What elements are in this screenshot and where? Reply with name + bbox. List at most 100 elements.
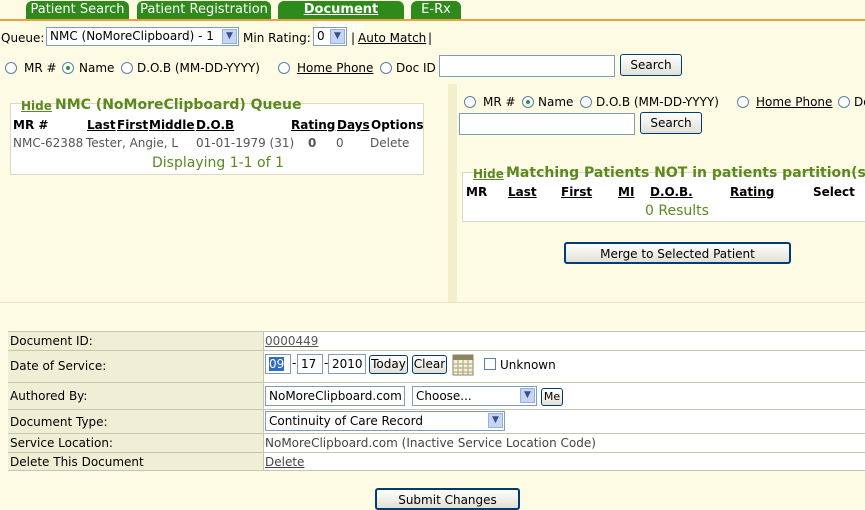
radio-mr[interactable]: [464, 96, 476, 108]
radio-name[interactable]: [62, 62, 74, 74]
radio-doc-id-label: Do: [854, 95, 865, 109]
col-dob[interactable]: D.O.B.: [650, 185, 693, 199]
authored-by-label: Authored By:: [8, 383, 264, 409]
separator: |: [351, 31, 356, 45]
queue-panel-title: NMC (NoMoreClipboard) Queue: [55, 97, 302, 113]
document-id-link[interactable]: 0000449: [265, 334, 318, 348]
radio-doc-id[interactable]: [838, 96, 850, 108]
clear-button[interactable]: Clear: [412, 355, 447, 374]
cell-days: 0: [336, 136, 344, 150]
col-rating[interactable]: Rating: [291, 118, 335, 132]
match-panel-title: Matching Patients NOT in patients partit…: [506, 165, 865, 181]
chevron-down-icon: ▼: [330, 29, 345, 44]
tab-e-rx[interactable]: E-Rx: [411, 1, 461, 19]
match-hide-link[interactable]: Hide: [473, 167, 504, 181]
delete-document-link[interactable]: Delete: [265, 455, 304, 469]
radio-home-phone-label: Home Phone: [297, 61, 374, 75]
col-first[interactable]: First: [117, 118, 148, 132]
col-dob[interactable]: D.O.B: [196, 118, 234, 132]
document-id-row: Document ID: 0000449: [8, 331, 865, 350]
auto-match-link[interactable]: Auto Match: [358, 31, 426, 45]
radio-dob-label: D.O.B (MM-DD-YYYY): [596, 95, 719, 109]
queue-label: Queue:: [1, 31, 45, 45]
queue-hide-link[interactable]: Hide: [21, 99, 52, 113]
tab-patient-registration[interactable]: Patient Registration: [137, 1, 271, 19]
separator: |: [428, 31, 433, 45]
radio-mr[interactable]: [5, 62, 17, 74]
dos-day-input[interactable]: 17: [297, 354, 323, 374]
cell-delete-option[interactable]: Delete: [370, 136, 409, 150]
chevron-down-icon: ▼: [222, 29, 237, 44]
radio-doc-id[interactable]: [380, 62, 392, 74]
col-mr: MR: [466, 185, 488, 199]
service-location-row: Service Location: NoMoreClipboard.com (I…: [8, 433, 865, 452]
radio-home-phone-label: Home Phone: [756, 95, 833, 109]
radio-mr-label: MR #: [24, 61, 57, 75]
service-location-value: NoMoreClipboard.com (Inactive Service Lo…: [264, 434, 865, 452]
document-type-select[interactable]: Continuity of Care Record ▼: [265, 411, 505, 431]
cell-mr: NMC-62388: [13, 136, 84, 150]
tab-underline: [0, 19, 865, 21]
section-divider: [0, 302, 865, 303]
delete-document-label: Delete This Document: [8, 453, 264, 470]
col-options: Options: [371, 118, 424, 132]
search-button[interactable]: Search: [620, 54, 682, 76]
merge-button[interactable]: Merge to Selected Patient: [564, 242, 791, 264]
radio-name-label: Name: [538, 95, 574, 109]
document-type-selected: Continuity of Care Record: [269, 414, 423, 428]
document-type-label: Document Type:: [8, 410, 264, 433]
queue-footer: Displaying 1-1 of 1: [152, 155, 284, 171]
tab-document-queue[interactable]: Document Queue: [278, 1, 404, 35]
chevron-down-icon: ▼: [488, 413, 503, 428]
radio-name-label: Name: [79, 61, 115, 75]
document-id-label: Document ID:: [8, 332, 264, 350]
col-first[interactable]: First: [561, 185, 592, 199]
calendar-icon[interactable]: [452, 353, 474, 376]
patient-search-input[interactable]: [459, 113, 635, 135]
cell-dob: 01-01-1979 (31): [196, 136, 295, 150]
col-middle[interactable]: Middle: [149, 118, 195, 132]
submit-changes-button[interactable]: Submit Changes: [375, 488, 520, 510]
radio-dob[interactable]: [580, 96, 592, 108]
min-rating-label: Min Rating:: [243, 31, 311, 45]
col-last[interactable]: Last: [508, 185, 537, 199]
col-mi[interactable]: MI: [618, 185, 634, 199]
dos-month-value: 09: [269, 357, 285, 371]
unknown-label: Unknown: [500, 358, 556, 372]
radio-doc-id-label: Doc ID: [396, 61, 436, 75]
radio-dob[interactable]: [121, 62, 133, 74]
authored-by-choose: Choose...: [416, 389, 472, 403]
unknown-checkbox[interactable]: [484, 358, 496, 370]
delete-document-row: Delete This Document Delete: [8, 452, 865, 471]
column-divider: [448, 84, 457, 302]
min-rating-select[interactable]: 0 ▼: [313, 27, 347, 46]
tab-bar: Patient Search Patient Registration Docu…: [0, 0, 865, 35]
patient-search-button[interactable]: Search: [640, 112, 702, 134]
tab-patient-search[interactable]: Patient Search: [26, 1, 129, 19]
radio-name[interactable]: [522, 96, 534, 108]
authored-by-input[interactable]: NoMoreClipboard.com: [265, 386, 405, 406]
service-location-label: Service Location:: [8, 434, 264, 452]
dos-year-input[interactable]: 2010: [328, 354, 366, 374]
date-of-service-label: Date of Service:: [8, 351, 264, 382]
queue-select-value: NMC (NoMoreClipboard) - 1: [50, 29, 214, 43]
radio-home-phone[interactable]: [737, 96, 749, 108]
today-button[interactable]: Today: [369, 355, 408, 374]
queue-select[interactable]: NMC (NoMoreClipboard) - 1 ▼: [46, 27, 239, 46]
col-mr: MR #: [13, 118, 49, 132]
delete-document-value: Delete: [264, 453, 865, 470]
col-select: Select: [813, 185, 855, 199]
col-last[interactable]: Last: [87, 118, 116, 132]
radio-mr-label: MR #: [483, 95, 516, 109]
cell-rating: 0: [308, 136, 317, 150]
authored-by-select[interactable]: Choose... ▼: [412, 386, 537, 406]
col-rating[interactable]: Rating: [730, 185, 774, 199]
radio-dob-label: D.O.B (MM-DD-YYYY): [137, 61, 260, 75]
dos-month-input[interactable]: 09: [265, 354, 291, 374]
col-days[interactable]: Days: [337, 118, 370, 132]
document-id-value[interactable]: 0000449: [264, 332, 865, 350]
search-input[interactable]: [439, 55, 615, 77]
me-button[interactable]: Me: [541, 388, 563, 406]
min-rating-value: 0: [317, 29, 325, 43]
radio-home-phone[interactable]: [278, 62, 290, 74]
